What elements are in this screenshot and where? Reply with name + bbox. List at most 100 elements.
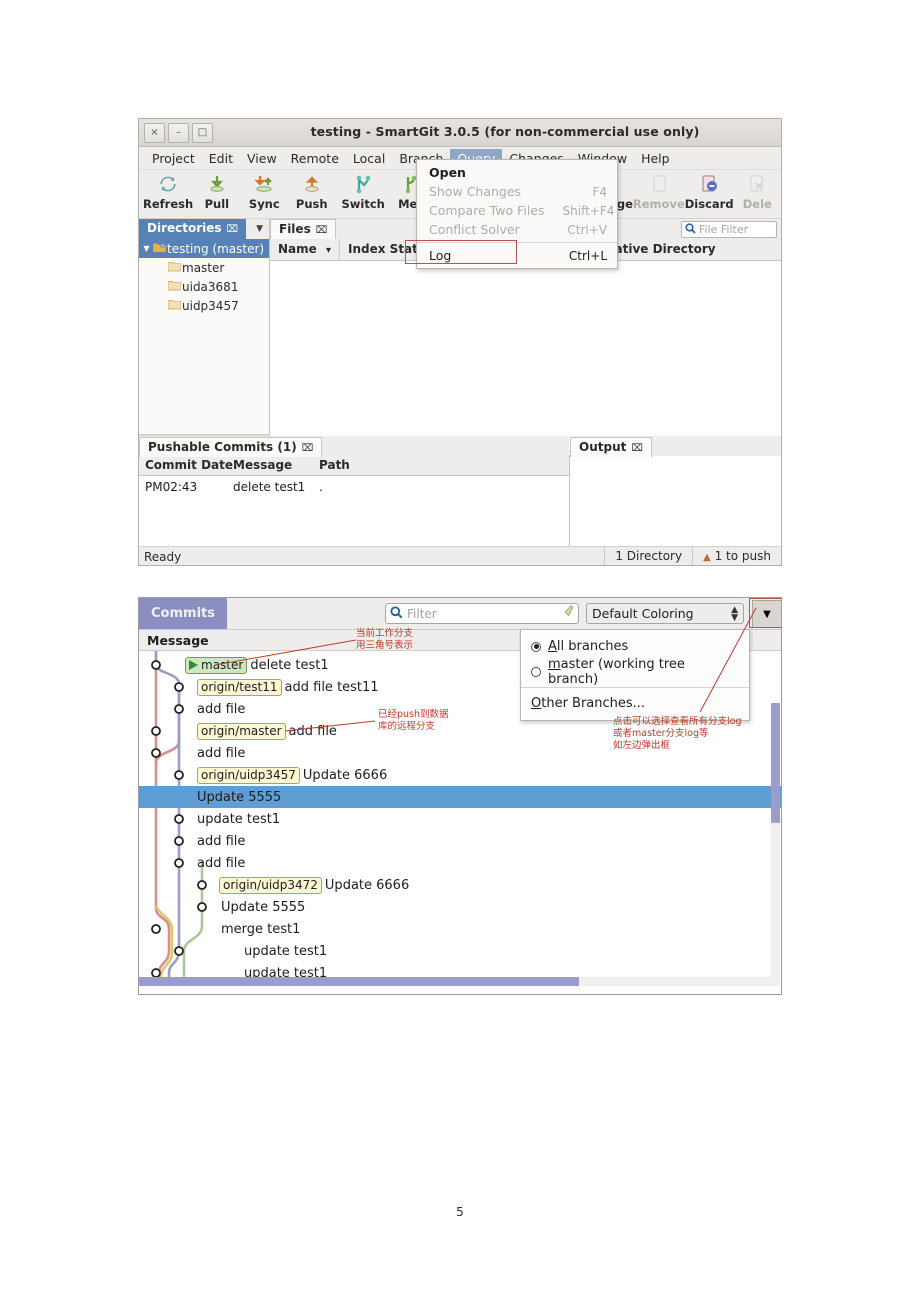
col-message[interactable]: Message [227,456,313,475]
radio-unselected-icon[interactable] [531,666,541,677]
repository-folder-icon [152,242,167,256]
cell-message: delete test1 [233,479,306,494]
remove-icon [633,173,685,195]
horizontal-scrollbar[interactable] [139,977,771,986]
search-icon [685,222,696,237]
window-title: testing - SmartGit 3.0.5 (for non-commer… [310,124,700,139]
branch-option-master[interactable]: master (working tree branch) [521,656,749,687]
toolbar-pull[interactable]: Pull [193,170,240,211]
spinner-icon[interactable]: ▲ ▼ [731,605,738,622]
expand-triangle-icon[interactable]: ▼ [141,244,152,253]
cell-commit-date: PM02:43 [145,479,198,494]
branch-ref[interactable]: origin/uidp3472 [219,876,322,894]
statusbar: Ready 1 Directory ▲ 1 to push [139,546,781,565]
menu-help[interactable]: Help [634,149,677,168]
toolbar-switch[interactable]: Switch [339,170,386,211]
toolbar-sync-label: Sync [248,197,280,211]
directories-tree[interactable]: ▼ testing (master) master uida3681 uidp3… [139,239,269,434]
tab-commits[interactable]: Commits [139,598,227,629]
branch-filter-popup[interactable]: All branches master (working tree branch… [520,629,750,721]
directories-tabstrip[interactable]: Directories ⌧ ▼ [139,219,269,239]
vertical-scrollbar-thumb[interactable] [771,703,780,823]
directory-row-root[interactable]: ▼ testing (master) [139,239,269,258]
tab-output-close-icon[interactable]: ⌧ [631,443,643,454]
commit-row[interactable]: update test1 [139,940,781,962]
tab-files-label: Files [279,222,311,236]
tab-files[interactable]: Files ⌧ [270,219,337,239]
commit-row[interactable]: merge test1 [139,918,781,940]
toolbar-refresh[interactable]: Refresh [143,170,193,211]
annotation-pushed-remote: 已经push到数据 库的远程分支 [378,709,449,732]
toolbar-pull-label: Pull [204,197,230,211]
commit-row[interactable]: update test1 [139,808,781,830]
document-page: × – □ testing - SmartGit 3.0.5 (for non-… [0,0,920,1302]
tab-output[interactable]: Output ⌧ [570,437,652,457]
file-filter-input[interactable]: File Filter [681,221,777,238]
directory-row-uida3681[interactable]: uida3681 [139,277,269,296]
pushable-column-headers[interactable]: Commit Date Message Path [139,456,569,476]
commit-message: Update 6666 [302,767,388,783]
sort-caret-icon[interactable]: ▾ [326,245,331,256]
directory-row-uidp3457[interactable]: uidp3457 [139,296,269,315]
commits-col-message[interactable]: Message [147,633,209,648]
sync-icon [241,173,288,195]
col-path[interactable]: Path [313,456,356,475]
clear-filter-icon[interactable] [559,604,574,623]
coloring-value: Default Coloring [592,606,694,621]
commit-row[interactable]: Update 5555 [139,896,781,918]
radio-selected-icon[interactable] [531,641,541,652]
query-menu-log-shortcut: Ctrl+L [568,248,607,263]
dropdown-highlight-box [749,598,781,628]
menu-local[interactable]: Local [346,149,392,168]
directory-row-master[interactable]: master [139,258,269,277]
tab-pushable-close-icon[interactable]: ⌧ [302,443,314,454]
branch-ref[interactable]: origin/uidp3457 [197,766,300,784]
commit-row-selected[interactable]: Update 5555 [139,786,781,808]
output-panel: Output ⌧ [570,436,781,546]
push-icon [288,173,335,195]
tab-directories-close-icon[interactable]: ⌧ [227,224,239,235]
files-col-name[interactable]: Name ▾ [270,239,341,260]
commit-row[interactable]: add file [139,852,781,874]
query-menu-compare-two-files: Compare Two Files Shift+F4 [417,201,617,220]
branch-option-other[interactable]: Other Branches... [521,691,749,716]
menu-view[interactable]: View [240,149,284,168]
query-menu-open[interactable]: Open [417,163,617,182]
commit-row[interactable]: origin/uidp3472 Update 6666 [139,874,781,896]
menu-project[interactable]: Project [145,149,202,168]
tab-files-close-icon[interactable]: ⌧ [316,225,328,236]
vertical-scrollbar[interactable] [771,703,780,986]
branch-ref[interactable]: origin/master [197,722,286,740]
query-menu-conflict-shortcut: Ctrl+V [567,222,607,237]
branch-ref-head[interactable]: master [185,656,248,674]
tab-directories[interactable]: Directories ⌧ [139,219,247,239]
files-list[interactable] [270,261,781,455]
menu-remote[interactable]: Remote [284,149,346,168]
push-indicator-icon: ▲ [703,552,711,563]
pushable-row[interactable]: PM02:43 delete test1 . [139,476,569,496]
branch-option-all-branches[interactable]: All branches [521,634,749,659]
coloring-select[interactable]: Default Coloring ▲ ▼ [586,603,744,624]
query-menu-conflict-solver: Conflict Solver Ctrl+V [417,220,617,239]
toolbar-sync[interactable]: Sync [241,170,288,211]
folder-icon [167,261,182,275]
commit-row[interactable]: add file [139,830,781,852]
branch-ref-label: master [201,657,244,672]
col-commit-date[interactable]: Commit Date [139,456,233,475]
menu-edit[interactable]: Edit [202,149,240,168]
tab-pushable-commits[interactable]: Pushable Commits (1) ⌧ [139,437,323,457]
branch-ref[interactable]: origin/test11 [197,678,282,696]
output-tabstrip[interactable]: Output ⌧ [570,436,781,457]
commits-filter-input[interactable]: Filter [385,603,579,624]
horizontal-scrollbar-thumb[interactable] [139,977,579,986]
directories-menu-caret-icon[interactable]: ▼ [256,224,263,234]
commit-message: add file [197,833,246,849]
annotation-dropdown-hint: 点击可以选择查看所有分支log 或者master分支log等 如左边弹出框 [613,716,742,751]
switch-icon [339,173,386,195]
commit-row[interactable]: origin/uidp3457 Update 6666 [139,764,781,786]
branch-option-label: master (working tree branch) [547,656,685,687]
pushable-tabstrip[interactable]: Pushable Commits (1) ⌧ [139,436,569,457]
toolbar-discard[interactable]: Discard [685,170,734,211]
toolbar-push[interactable]: Push [288,170,335,211]
status-push-count: ▲ 1 to push [692,547,781,565]
